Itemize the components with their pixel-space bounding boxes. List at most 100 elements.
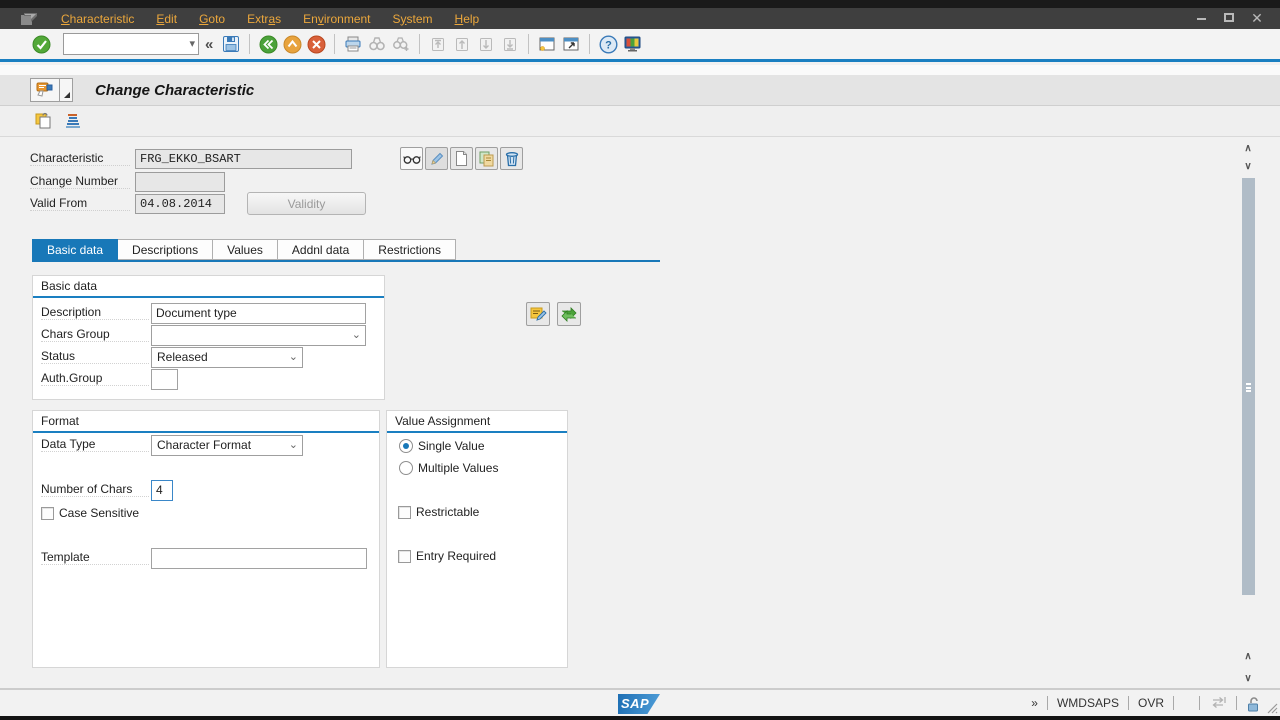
auth-group-input[interactable] [151,369,178,390]
tab-addnl-data[interactable]: Addnl data [277,239,365,260]
command-input[interactable] [67,35,179,53]
save-icon[interactable] [220,33,242,55]
previous-page-icon [451,33,473,55]
data-type-value: Character Format [157,438,252,452]
checkbox-box [398,549,411,563]
sort-hierarchy-icon[interactable] [61,110,85,132]
services-dropdown-icon[interactable] [60,78,73,102]
clipboard-template-icon[interactable] [31,110,55,132]
case-sensitive-checkbox[interactable]: Case Sensitive [41,506,139,520]
checkbox-box [41,506,54,520]
menu-system[interactable]: System [382,10,444,28]
valid-from-field[interactable]: 04.08.2014 [135,194,225,214]
cancel-icon[interactable] [305,33,327,55]
enter-check-icon[interactable] [30,33,52,55]
copy-icon[interactable] [475,147,498,170]
window-top-frame [0,0,1280,8]
menu-extras[interactable]: Extras [236,10,292,28]
statusbar-insert-mode[interactable]: OVR [1129,696,1174,710]
basic-data-group-title: Basic data [41,279,98,293]
tab-basic-data[interactable]: Basic data [32,239,119,260]
format-groupbox: Format Data Type Character Format ⌄ Numbe… [32,410,380,668]
resize-grip[interactable] [1266,702,1278,714]
sap-logo: SAP [618,694,660,714]
template-input[interactable] [151,548,367,569]
data-type-select[interactable]: Character Format ⌄ [151,435,303,456]
chars-group-select[interactable]: ⌄ [151,325,366,346]
scroll-up-icon[interactable]: ∧ [1240,648,1256,664]
description-label: Description [41,305,149,320]
back-icon[interactable] [257,33,279,55]
number-of-chars-label: Number of Chars [41,482,149,497]
edit-note-icon[interactable] [526,302,550,326]
change-number-label: Change Number [30,174,130,189]
maximize-button[interactable] [1220,10,1238,26]
last-page-icon [499,33,521,55]
restrictable-label: Restrictable [416,505,480,519]
new-session-icon[interactable] [536,33,558,55]
number-of-chars-input[interactable]: 4 [151,480,173,501]
chars-group-label: Chars Group [41,327,149,342]
pencil-change-icon [425,147,448,170]
trash-delete-icon[interactable] [500,147,523,170]
status-bar: SAP » WMDSAPS OVR [0,688,1280,716]
tab-descriptions[interactable]: Descriptions [118,239,214,260]
application-toolbar [0,106,1280,137]
status-select[interactable]: Released ⌄ [151,347,303,368]
restrictable-checkbox[interactable]: Restrictable [398,505,479,519]
characteristic-field[interactable]: FRG_EKKO_BSART [135,149,352,169]
command-dropdown-icon[interactable]: ▾ [189,37,195,50]
performance-arrows-icon[interactable] [1200,696,1237,710]
services-for-object-button[interactable] [30,78,60,102]
validity-button[interactable]: Validity [247,192,366,215]
basic-data-groupbox: Basic data Description Document type Cha… [32,275,385,400]
case-sensitive-label: Case Sensitive [59,506,140,520]
unlocked-padlock-icon[interactable] [1237,696,1262,712]
minimize-button[interactable] [1192,10,1210,26]
status-label: Status [41,349,149,364]
change-number-field[interactable] [135,172,225,192]
find-next-icon [390,33,412,55]
scroll-up-icon[interactable]: ∧ [1240,140,1256,156]
exit-icon[interactable] [281,33,303,55]
statusbar-more-button[interactable]: » [1022,696,1048,710]
scroll-down-icon[interactable]: ∨ [1240,670,1256,686]
single-value-radio[interactable]: Single Value [399,439,485,453]
description-side-buttons [526,302,583,326]
vertical-scrollbar[interactable]: ∧ ∨ ∧ ∨ [1239,140,1257,688]
menu-help[interactable]: Help [444,10,491,28]
create-page-icon[interactable] [450,147,473,170]
glasses-display-icon[interactable] [400,147,423,170]
window-bottom-frame [0,716,1280,720]
description-input[interactable]: Document type [151,303,366,324]
multiple-values-radio[interactable]: Multiple Values [399,461,498,475]
exchange-arrows-icon[interactable] [557,302,581,326]
scroll-down-icon[interactable]: ∨ [1240,158,1256,174]
tab-values[interactable]: Values [213,239,278,260]
title-bar: Change Characteristic [0,75,1280,106]
single-value-label: Single Value [418,439,485,453]
print-icon[interactable] [342,33,364,55]
close-button[interactable]: ✕ [1248,10,1266,26]
menu-edit[interactable]: Edit [145,10,188,28]
tab-restrictions[interactable]: Restrictions [364,239,456,260]
characteristic-label: Characteristic [30,151,130,166]
command-field[interactable]: ▾ [63,33,199,55]
customize-layout-icon[interactable] [621,33,643,55]
create-shortcut-icon[interactable] [560,33,582,55]
help-icon[interactable]: ? [597,33,619,55]
entry-required-checkbox[interactable]: Entry Required [398,549,496,563]
group-title-underline [387,431,567,433]
hide-command-field-icon[interactable]: « [199,36,219,53]
checkbox-box [398,505,411,519]
template-label: Template [41,550,149,565]
statusbar-system-id[interactable]: WMDSAPS [1048,696,1129,710]
chevron-down-icon: ⌄ [288,351,298,363]
group-title-underline [33,431,379,433]
menu-characteristic[interactable]: Characteristic [50,10,145,28]
find-icon [366,33,388,55]
scrollbar-thumb[interactable] [1242,178,1255,595]
status-value: Released [157,350,208,364]
menu-goto[interactable]: Goto [188,10,236,28]
menu-environment[interactable]: Environment [292,10,381,28]
